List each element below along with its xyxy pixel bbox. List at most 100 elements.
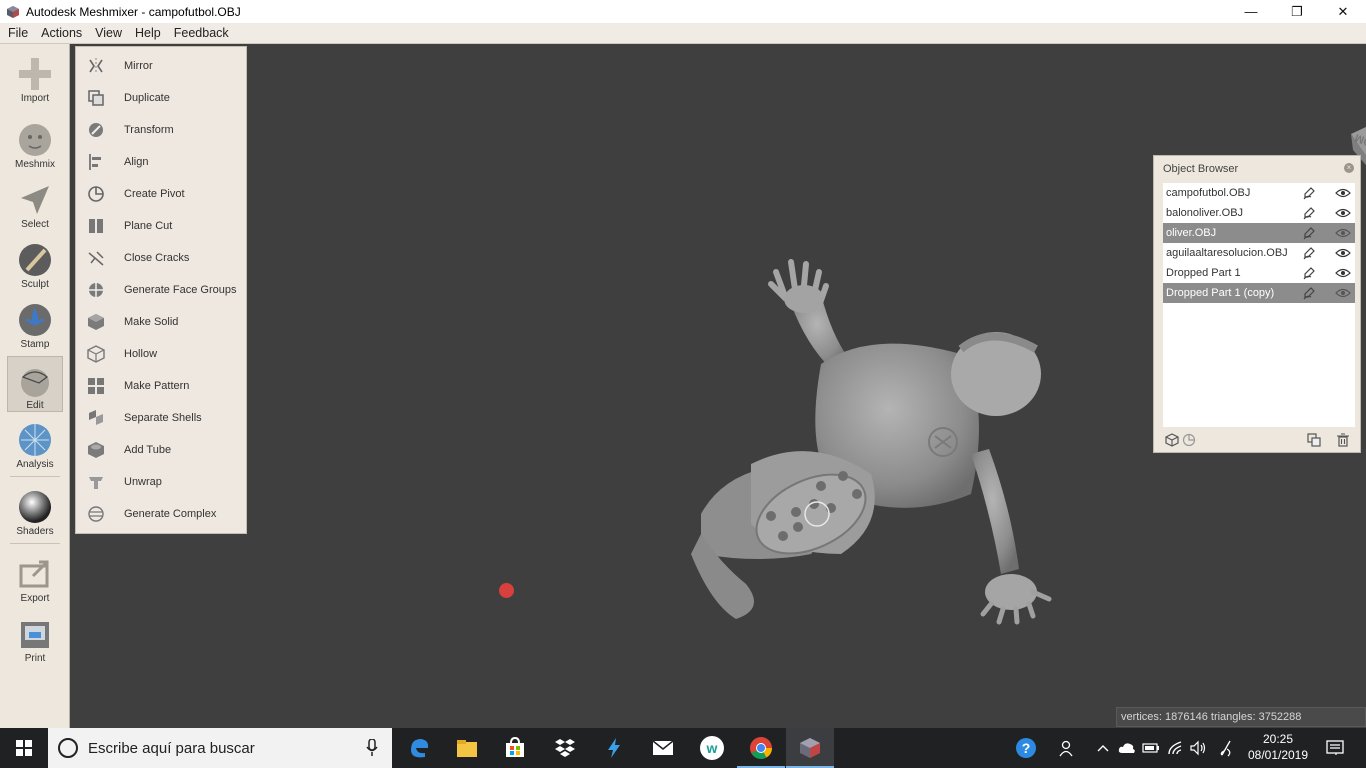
unwrap-icon <box>89 477 103 489</box>
visibility-eye-icon[interactable] <box>1335 267 1351 279</box>
wifi-icon[interactable] <box>1165 728 1187 768</box>
object-row-aguilaaltaresolucion[interactable]: aguilaaltaresolucion.OBJ <box>1163 243 1355 263</box>
close-button[interactable]: ✕ <box>1320 0 1366 23</box>
object-row-dropped-part-1-copy[interactable]: Dropped Part 1 (copy) <box>1163 283 1355 303</box>
visibility-eye-icon[interactable] <box>1335 207 1351 219</box>
menu-feedback[interactable]: Feedback <box>169 26 234 40</box>
volume-icon[interactable] <box>1187 728 1209 768</box>
menu-help[interactable]: Help <box>130 26 166 40</box>
menu-file[interactable]: File <box>3 26 33 40</box>
tool-label: Import <box>20 93 50 104</box>
meshmixer-taskbar-icon[interactable] <box>786 728 834 768</box>
edit-item-generate-face-groups[interactable]: Generate Face Groups <box>76 275 246 305</box>
duplicate-icon[interactable] <box>1307 433 1321 447</box>
edit-item-hollow[interactable]: Hollow <box>76 339 246 369</box>
edit-pencil-icon[interactable] <box>1302 246 1316 260</box>
tool-label: Select <box>21 219 49 230</box>
close-icon[interactable]: × <box>1344 163 1354 173</box>
shader-ball-icon <box>19 491 51 523</box>
edit-item-make-solid[interactable]: Make Solid <box>76 307 246 337</box>
pivot-icon[interactable] <box>1182 433 1196 447</box>
minimize-button[interactable]: — <box>1228 0 1274 23</box>
cube-icon[interactable] <box>1165 433 1179 447</box>
edit-item-unwrap[interactable]: Unwrap <box>76 467 246 497</box>
trash-icon[interactable] <box>1336 433 1350 447</box>
menu-actions[interactable]: Actions <box>36 26 87 40</box>
tool-meshmix[interactable]: Meshmix <box>7 116 63 172</box>
file-explorer-icon[interactable] <box>443 728 491 768</box>
window-titlebar: Autodesk Meshmixer - campofutbol.OBJ — ❐… <box>0 0 1366 23</box>
tool-label: Edit <box>26 400 44 411</box>
visibility-eye-icon[interactable] <box>1335 287 1351 299</box>
windows-logo-icon <box>16 740 32 756</box>
tool-sculpt[interactable]: Sculpt <box>7 236 63 292</box>
edit-item-duplicate[interactable]: Duplicate <box>76 83 246 113</box>
cortana-circle-icon <box>58 738 78 758</box>
duplicate-icon <box>88 90 104 106</box>
chevron-up-icon[interactable] <box>1094 728 1112 768</box>
chrome-icon[interactable] <box>737 728 785 768</box>
pen-ink-icon[interactable] <box>1214 728 1238 768</box>
visibility-eye-icon[interactable] <box>1335 187 1351 199</box>
printer-icon <box>21 622 49 648</box>
tool-analysis[interactable]: Analysis <box>7 416 63 472</box>
taskbar-clock[interactable]: 20:25 08/01/2019 <box>1240 731 1316 763</box>
pivot-icon <box>88 186 104 202</box>
taskbar-search-box[interactable]: Escribe aquí para buscar <box>48 728 392 768</box>
meshmixer-app-icon <box>7 5 19 18</box>
tool-stamp[interactable]: Stamp <box>7 296 63 352</box>
edit-item-generate-complex[interactable]: Generate Complex <box>76 499 246 529</box>
wattpad-w-icon[interactable]: w <box>688 728 736 768</box>
window-title: Autodesk Meshmixer - campofutbol.OBJ <box>26 4 241 19</box>
edit-pencil-icon[interactable] <box>1302 266 1316 280</box>
battery-icon[interactable] <box>1140 728 1162 768</box>
menubar: File Actions View Help Feedback <box>0 23 1366 44</box>
clock-date: 08/01/2019 <box>1247 748 1309 762</box>
mail-icon[interactable] <box>639 728 687 768</box>
edit-item-close-cracks[interactable]: Close Cracks <box>76 243 246 273</box>
action-center-icon[interactable] <box>1320 728 1350 768</box>
edit-item-align[interactable]: Align <box>76 147 246 177</box>
edit-pencil-icon[interactable] <box>1302 286 1316 300</box>
tool-export[interactable]: Export <box>7 550 63 606</box>
windows-taskbar: Escribe aquí para buscar w ? 20:25 08/01… <box>0 728 1366 768</box>
people-icon[interactable] <box>1054 728 1080 768</box>
search-placeholder: Escribe aquí para buscar <box>88 739 255 757</box>
object-browser-panel: Object Browser × campofutbol.OBJ balonol… <box>1153 155 1361 453</box>
edit-pencil-icon[interactable] <box>1302 186 1316 200</box>
edit-item-mirror[interactable]: Mirror <box>76 51 246 81</box>
edit-item-add-tube[interactable]: Add Tube <box>76 435 246 465</box>
tool-label: Print <box>24 653 46 664</box>
tool-import[interactable]: Import <box>7 50 63 106</box>
edge-icon[interactable] <box>395 728 443 768</box>
pivot-marker[interactable] <box>499 583 514 598</box>
menu-view[interactable]: View <box>90 26 127 40</box>
lightning-app-icon[interactable] <box>590 728 638 768</box>
tool-edit[interactable]: Edit <box>7 356 63 412</box>
object-row-oliver[interactable]: oliver.OBJ <box>1163 223 1355 243</box>
visibility-eye-icon[interactable] <box>1335 247 1351 259</box>
onedrive-cloud-icon[interactable] <box>1116 728 1138 768</box>
edit-item-make-pattern[interactable]: Make Pattern <box>76 371 246 401</box>
edit-item-create-pivot[interactable]: Create Pivot <box>76 179 246 209</box>
start-button[interactable] <box>0 728 48 768</box>
microphone-icon[interactable] <box>366 739 378 757</box>
tool-shaders[interactable]: Shaders <box>7 483 63 539</box>
tool-select[interactable]: Select <box>7 176 63 232</box>
edit-item-separate-shells[interactable]: Separate Shells <box>76 403 246 433</box>
object-row-dropped-part-1[interactable]: Dropped Part 1 <box>1163 263 1355 283</box>
edit-item-transform[interactable]: Transform <box>76 115 246 145</box>
svg-text:w: w <box>706 740 718 756</box>
tool-print[interactable]: Print <box>7 610 63 666</box>
edit-pencil-icon[interactable] <box>1302 226 1316 240</box>
object-row-campofutbol[interactable]: campofutbol.OBJ <box>1163 183 1355 203</box>
edit-pencil-icon[interactable] <box>1302 206 1316 220</box>
restore-button[interactable]: ❐ <box>1274 0 1320 23</box>
dropbox-icon[interactable] <box>541 728 589 768</box>
edit-item-plane-cut[interactable]: Plane Cut <box>76 211 246 241</box>
help-icon[interactable]: ? <box>1012 728 1040 768</box>
object-row-balonoliver[interactable]: balonoliver.OBJ <box>1163 203 1355 223</box>
store-icon[interactable] <box>491 728 539 768</box>
stamp-fleur-icon <box>19 304 51 336</box>
visibility-eye-icon[interactable] <box>1335 227 1351 239</box>
